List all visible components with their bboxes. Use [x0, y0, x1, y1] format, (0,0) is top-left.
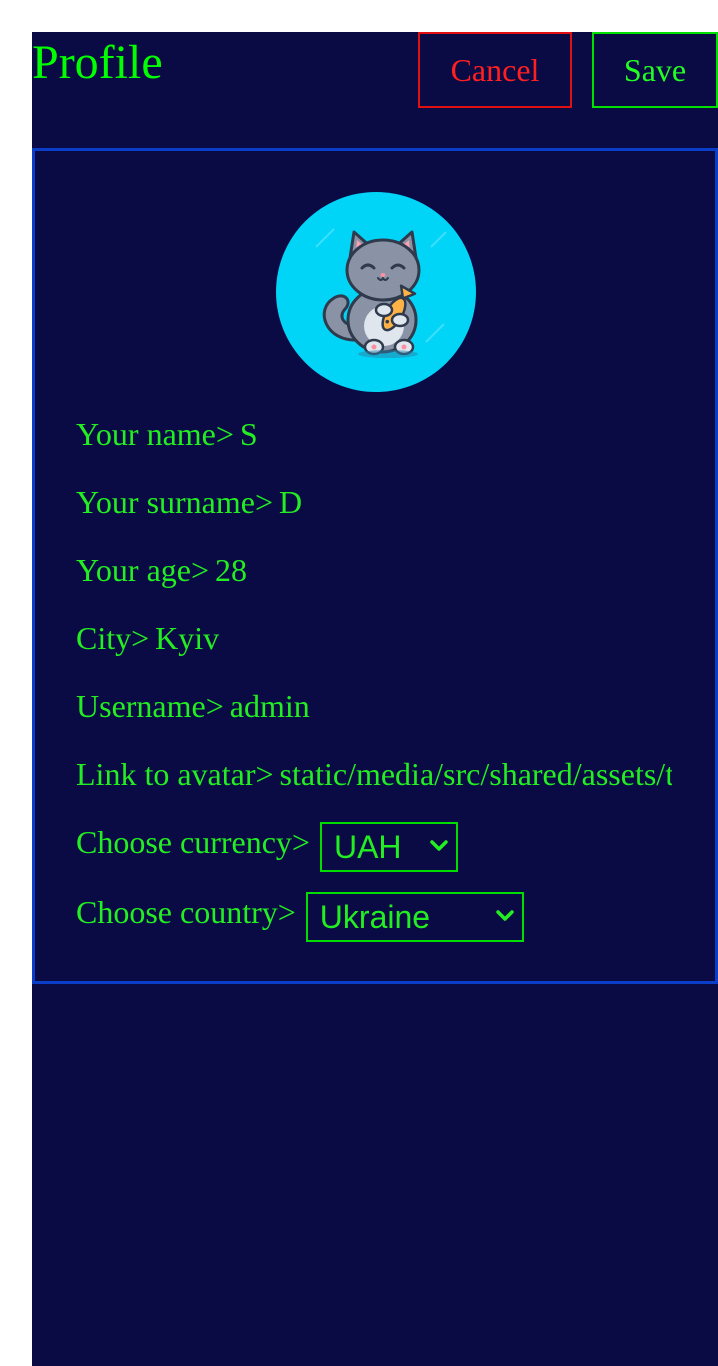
field-avatar-link: Link to avatar> [76, 754, 672, 794]
avatar-link-input[interactable] [279, 754, 672, 794]
currency-select[interactable]: UAH [319, 822, 458, 872]
field-username: Username> [76, 686, 530, 726]
field-surname: Your surname> [76, 482, 580, 522]
country-label: Choose country> [76, 894, 296, 930]
username-input[interactable] [229, 686, 530, 726]
field-avatar-link-label: Link to avatar> [76, 756, 274, 792]
field-name: Your name> [76, 414, 540, 454]
save-button[interactable]: Save [592, 32, 718, 108]
profile-card: Your name> Your surname> Your age> City>… [32, 148, 718, 984]
name-input[interactable] [239, 414, 540, 454]
age-input[interactable] [215, 550, 516, 590]
currency-selected-value: UAH [333, 829, 402, 865]
currency-label: Choose currency> [76, 824, 310, 860]
field-city-label: City> [76, 620, 150, 656]
field-surname-label: Your surname> [76, 484, 274, 520]
country-select[interactable]: Ukraine [305, 892, 524, 942]
chevron-down-icon [430, 840, 448, 851]
field-city: City> [76, 618, 456, 658]
page-title: Profile [32, 36, 163, 89]
city-input[interactable] [155, 618, 456, 658]
avatar [276, 192, 476, 392]
chevron-down-icon [496, 910, 514, 921]
field-currency: Choose currency> UAH [76, 822, 458, 872]
field-name-label: Your name> [76, 416, 234, 452]
cat-avatar-icon [315, 228, 447, 358]
field-country: Choose country> Ukraine [76, 892, 524, 942]
field-username-label: Username> [76, 688, 224, 724]
country-selected-value: Ukraine [319, 899, 431, 935]
cancel-button[interactable]: Cancel [418, 32, 572, 108]
surname-input[interactable] [279, 482, 580, 522]
field-age-label: Your age> [76, 552, 210, 588]
profile-page: Profile Cancel Save Your name>S Your sur… [32, 32, 718, 1366]
field-age: Your age> [76, 550, 516, 590]
